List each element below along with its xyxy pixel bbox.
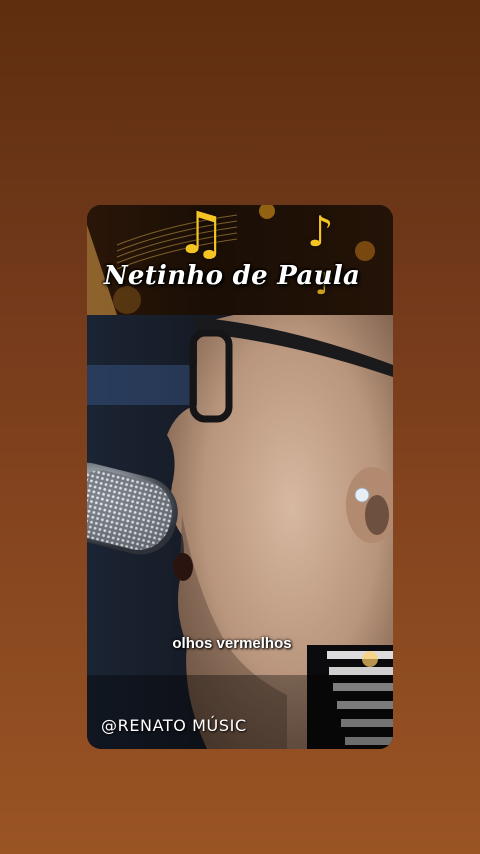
banner-title: Netinho de Paula (103, 261, 361, 291)
video-frame[interactable]: ♫ ♪ ♪ Netinho de Paula olhos vermelhos @… (87, 205, 393, 749)
music-note-icon: ♫ (175, 205, 227, 267)
lyric-caption: olhos vermelhos (172, 635, 292, 652)
singer-photo (87, 315, 393, 749)
banner-artwork (87, 205, 375, 315)
channel-watermark: @RENATO MÚSIC (101, 716, 247, 735)
title-banner: ♫ ♪ ♪ Netinho de Paula (87, 205, 393, 315)
eighth-note-icon: ♪ (307, 207, 334, 256)
